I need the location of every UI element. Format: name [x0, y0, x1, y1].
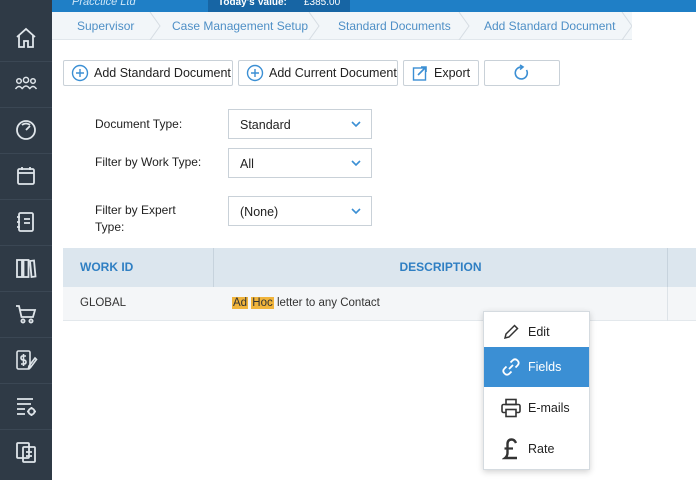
add-circle-icon	[71, 64, 89, 82]
expert-type-value: (None)	[240, 205, 279, 219]
top-header-bar: Pracctice Ltd Today's Value: £385.00	[52, 0, 696, 12]
add-current-document-label: Add Current Document	[269, 66, 397, 80]
home-icon[interactable]	[0, 15, 52, 61]
breadcrumb: Supervisor Case Management Setup Standar…	[52, 12, 696, 40]
todays-value-label: Today's Value:	[218, 0, 287, 8]
work-type-value: All	[240, 157, 254, 171]
library-books-icon[interactable]	[0, 245, 52, 291]
column-header-work-id[interactable]: WORK ID	[63, 248, 214, 287]
export-label: Export	[434, 66, 471, 80]
search-highlight: Hoc	[251, 297, 274, 309]
menu-item-rate-label: Rate	[528, 442, 555, 456]
add-current-document-button[interactable]: Add Current Document	[238, 60, 398, 86]
printer-icon	[498, 398, 524, 418]
add-standard-document-button[interactable]: Add Standard Document	[63, 60, 233, 86]
chevron-down-icon	[351, 160, 361, 167]
add-circle-icon	[246, 64, 264, 82]
breadcrumb-item-add-standard-document[interactable]: Add Standard Document	[484, 12, 615, 40]
search-highlight: Ad	[232, 297, 249, 309]
breadcrumb-item-standard-documents[interactable]: Standard Documents	[338, 12, 451, 40]
description-text: letter to any Contact	[276, 297, 380, 309]
document-type-label: Document Type:	[95, 117, 183, 131]
context-menu: Edit Fields E-mails Rate	[483, 311, 590, 470]
menu-item-rate[interactable]: Rate	[484, 429, 589, 469]
export-button[interactable]: Export	[403, 60, 479, 86]
grid-header: WORK ID DESCRIPTION	[63, 248, 696, 287]
cart-icon[interactable]	[0, 291, 52, 337]
work-type-select[interactable]: All	[228, 148, 372, 178]
menu-item-fields-label: Fields	[528, 360, 562, 374]
people-icon[interactable]	[0, 61, 52, 107]
refresh-icon	[513, 64, 531, 82]
menu-item-edit-label: Edit	[528, 325, 550, 339]
list-settings-icon[interactable]	[0, 383, 52, 429]
firm-name: Pracctice Ltd	[72, 0, 136, 8]
app-window: Pracctice Ltd Today's Value: £385.00 Sup…	[0, 0, 696, 480]
breadcrumb-end	[632, 12, 696, 40]
work-id-cell: GLOBAL	[80, 297, 127, 309]
menu-item-emails-label: E-mails	[528, 401, 570, 415]
expert-type-select[interactable]: (None)	[228, 196, 372, 226]
pencil-icon	[498, 323, 524, 341]
address-book-icon[interactable]	[0, 199, 52, 245]
column-header-description[interactable]: DESCRIPTION	[214, 248, 668, 287]
menu-item-emails[interactable]: E-mails	[484, 388, 589, 428]
billing-pen-icon[interactable]	[0, 337, 52, 383]
document-type-value: Standard	[240, 118, 291, 132]
work-type-label: Filter by Work Type:	[95, 155, 202, 169]
archive-box-icon[interactable]	[0, 153, 52, 199]
document-type-select[interactable]: Standard	[228, 109, 372, 139]
dashboard-gauge-icon[interactable]	[0, 107, 52, 153]
link-icon	[498, 356, 524, 378]
chevron-down-icon	[351, 208, 361, 215]
sidebar	[0, 0, 52, 480]
menu-item-fields[interactable]: Fields	[484, 347, 589, 387]
export-icon	[411, 64, 429, 82]
refresh-button[interactable]	[484, 60, 560, 86]
todays-value-amount: £385.00	[304, 0, 341, 8]
breadcrumb-item-supervisor[interactable]: Supervisor	[77, 12, 134, 40]
pound-icon	[498, 438, 524, 460]
chevron-down-icon	[351, 121, 361, 128]
breadcrumb-item-case-management-setup[interactable]: Case Management Setup	[172, 12, 308, 40]
add-standard-document-label: Add Standard Document	[94, 66, 231, 80]
table-row[interactable]: GLOBAL Ad Hoc letter to any Contact	[63, 287, 696, 321]
description-cell: Ad Hoc letter to any Contact	[232, 297, 380, 309]
expert-type-label: Filter by Expert Type:	[95, 203, 176, 234]
documents-icon[interactable]	[0, 429, 52, 475]
menu-item-edit[interactable]: Edit	[484, 312, 589, 352]
